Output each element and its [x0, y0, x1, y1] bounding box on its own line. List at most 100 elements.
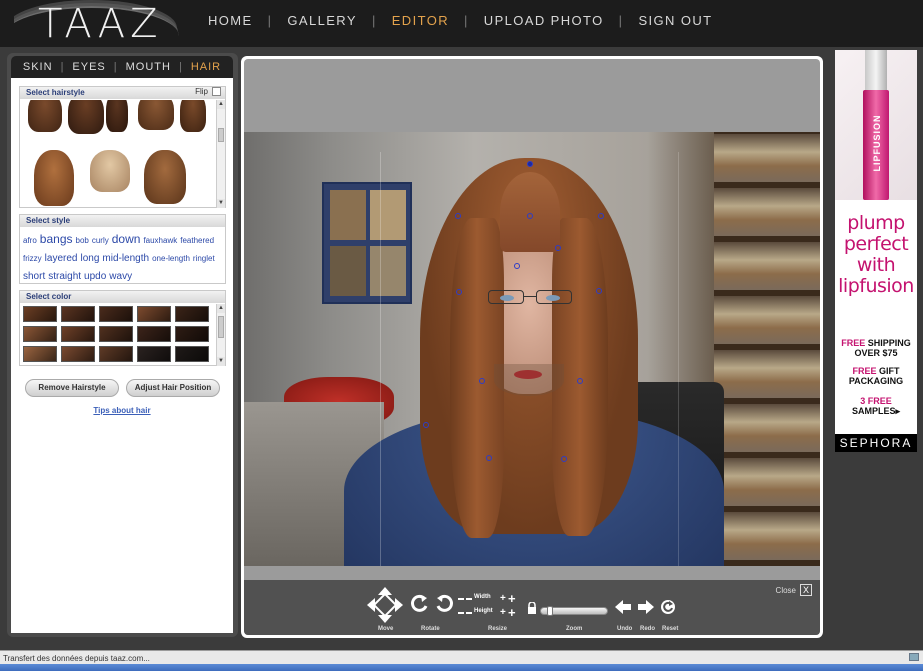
control-point[interactable] [527, 161, 533, 167]
height-plus-icon-2[interactable]: + [508, 606, 516, 619]
tips-about-hair-link[interactable]: Tips about hair [11, 406, 233, 415]
scroll-up-icon[interactable]: ▲ [217, 304, 225, 313]
scroll-thumb[interactable] [218, 316, 224, 338]
zoom-slider-knob[interactable] [547, 606, 553, 616]
color-swatch[interactable] [61, 306, 95, 322]
style-tag-layered[interactable]: layered [45, 251, 78, 267]
tab-mouth[interactable]: MOUTH [126, 61, 171, 73]
zoom-slider[interactable] [540, 606, 608, 616]
hairstyle-thumb[interactable] [106, 100, 128, 132]
tab-skin[interactable]: SKIN [23, 61, 53, 73]
control-point[interactable] [596, 288, 602, 294]
hairstyle-thumb[interactable] [144, 150, 186, 204]
color-scrollbar[interactable]: ▲ ▼ [216, 304, 225, 366]
scroll-down-icon[interactable]: ▼ [217, 357, 225, 366]
reset-icon[interactable] [660, 599, 676, 615]
style-tag-fauxhawk[interactable]: fauxhawk [143, 233, 177, 249]
style-tag-updo[interactable]: updo [84, 269, 106, 285]
style-tag-bangs[interactable]: bangs [40, 231, 73, 247]
color-swatch[interactable] [137, 326, 171, 342]
style-tag-feathered[interactable]: feathered [180, 233, 214, 249]
color-swatch[interactable] [99, 326, 133, 342]
color-swatch[interactable] [23, 346, 57, 362]
hairstyle-thumb[interactable] [34, 150, 74, 206]
sephora-logo[interactable]: SEPHORA [835, 434, 917, 452]
control-point[interactable] [527, 213, 533, 219]
move-arrows-icon[interactable] [366, 586, 404, 624]
height-minus-icon-2[interactable] [466, 612, 472, 614]
rotate-right-icon[interactable] [434, 594, 454, 614]
style-tag-down[interactable]: down [112, 231, 141, 247]
close-icon[interactable]: X [800, 584, 812, 596]
flip-control[interactable]: Flip [195, 87, 221, 96]
color-swatch[interactable] [23, 306, 57, 322]
tab-eyes[interactable]: EYES [72, 61, 105, 73]
tab-hair[interactable]: HAIR [191, 61, 221, 73]
color-swatch[interactable] [175, 326, 209, 342]
control-point[interactable] [423, 422, 429, 428]
adjust-hair-position-button[interactable]: Adjust Hair Position [126, 379, 220, 397]
color-swatch[interactable] [61, 326, 95, 342]
style-tag-bob[interactable]: bob [76, 233, 89, 249]
hairstyle-thumb[interactable] [28, 100, 62, 132]
control-point[interactable] [555, 245, 561, 251]
control-point[interactable] [514, 263, 520, 269]
hairstyle-thumb[interactable] [90, 150, 130, 192]
close-control[interactable]: Close X [776, 584, 812, 596]
style-tag-wavy[interactable]: wavy [109, 269, 132, 285]
color-swatch[interactable] [23, 326, 57, 342]
user-photo[interactable] [244, 132, 820, 566]
width-minus-icon-2[interactable] [466, 598, 472, 600]
taaz-logo[interactable]: TAAZ [14, 0, 184, 47]
nav-editor[interactable]: EDITOR [392, 13, 449, 28]
color-swatch[interactable] [175, 306, 209, 322]
rotate-left-icon[interactable] [410, 594, 430, 614]
color-swatch[interactable] [137, 346, 171, 362]
undo-arrow-icon[interactable] [615, 600, 631, 614]
style-tag-one-length[interactable]: one-length [152, 251, 190, 267]
width-plus-icon[interactable]: + [500, 594, 506, 604]
color-section-header: Select color [20, 291, 225, 303]
color-swatch[interactable] [61, 346, 95, 362]
redo-arrow-icon[interactable] [638, 600, 654, 614]
style-tag-straight[interactable]: straight [48, 269, 81, 285]
height-minus-icon[interactable] [458, 612, 464, 614]
hairstyle-thumb[interactable] [138, 100, 174, 130]
nav-gallery[interactable]: GALLERY [287, 13, 357, 28]
scroll-up-icon[interactable]: ▲ [217, 100, 225, 109]
redo-label: Redo [640, 626, 655, 632]
color-swatch[interactable] [137, 306, 171, 322]
hairstyle-thumb[interactable] [68, 100, 104, 134]
style-tag-long[interactable]: long [80, 251, 99, 267]
control-point[interactable] [455, 213, 461, 219]
sephora-ad[interactable]: LIPFUSION plump perfect with lipfusion F… [835, 50, 917, 452]
height-plus-icon[interactable]: + [500, 608, 506, 618]
width-minus-icon[interactable] [458, 598, 464, 600]
style-tag-ringlet[interactable]: ringlet [193, 251, 215, 267]
color-swatch[interactable] [175, 346, 209, 362]
lock-icon[interactable] [527, 602, 537, 614]
style-tag-short[interactable]: short [23, 269, 45, 285]
scroll-thumb[interactable] [218, 128, 224, 142]
control-point[interactable] [486, 455, 492, 461]
hairstyle-scrollbar[interactable]: ▲ ▼ [216, 100, 225, 208]
style-tag-curly[interactable]: curly [92, 233, 109, 249]
style-tag-frizzy[interactable]: frizzy [23, 251, 42, 267]
control-point[interactable] [456, 289, 462, 295]
control-point[interactable] [598, 213, 604, 219]
control-point[interactable] [561, 456, 567, 462]
flip-checkbox[interactable] [212, 87, 221, 96]
color-swatch[interactable] [99, 346, 133, 362]
style-tag-mid-length[interactable]: mid-length [102, 251, 149, 267]
color-swatch[interactable] [99, 306, 133, 322]
width-plus-icon-2[interactable]: + [508, 592, 516, 605]
control-point[interactable] [479, 378, 485, 384]
nav-sign-out[interactable]: SIGN OUT [638, 13, 712, 28]
nav-upload-photo[interactable]: UPLOAD PHOTO [484, 13, 604, 28]
nav-home[interactable]: HOME [208, 13, 253, 28]
remove-hairstyle-button[interactable]: Remove Hairstyle [25, 379, 119, 397]
hairstyle-thumb[interactable] [180, 100, 206, 132]
style-tag-afro[interactable]: afro [23, 233, 37, 249]
control-point[interactable] [577, 378, 583, 384]
scroll-down-icon[interactable]: ▼ [217, 199, 225, 208]
